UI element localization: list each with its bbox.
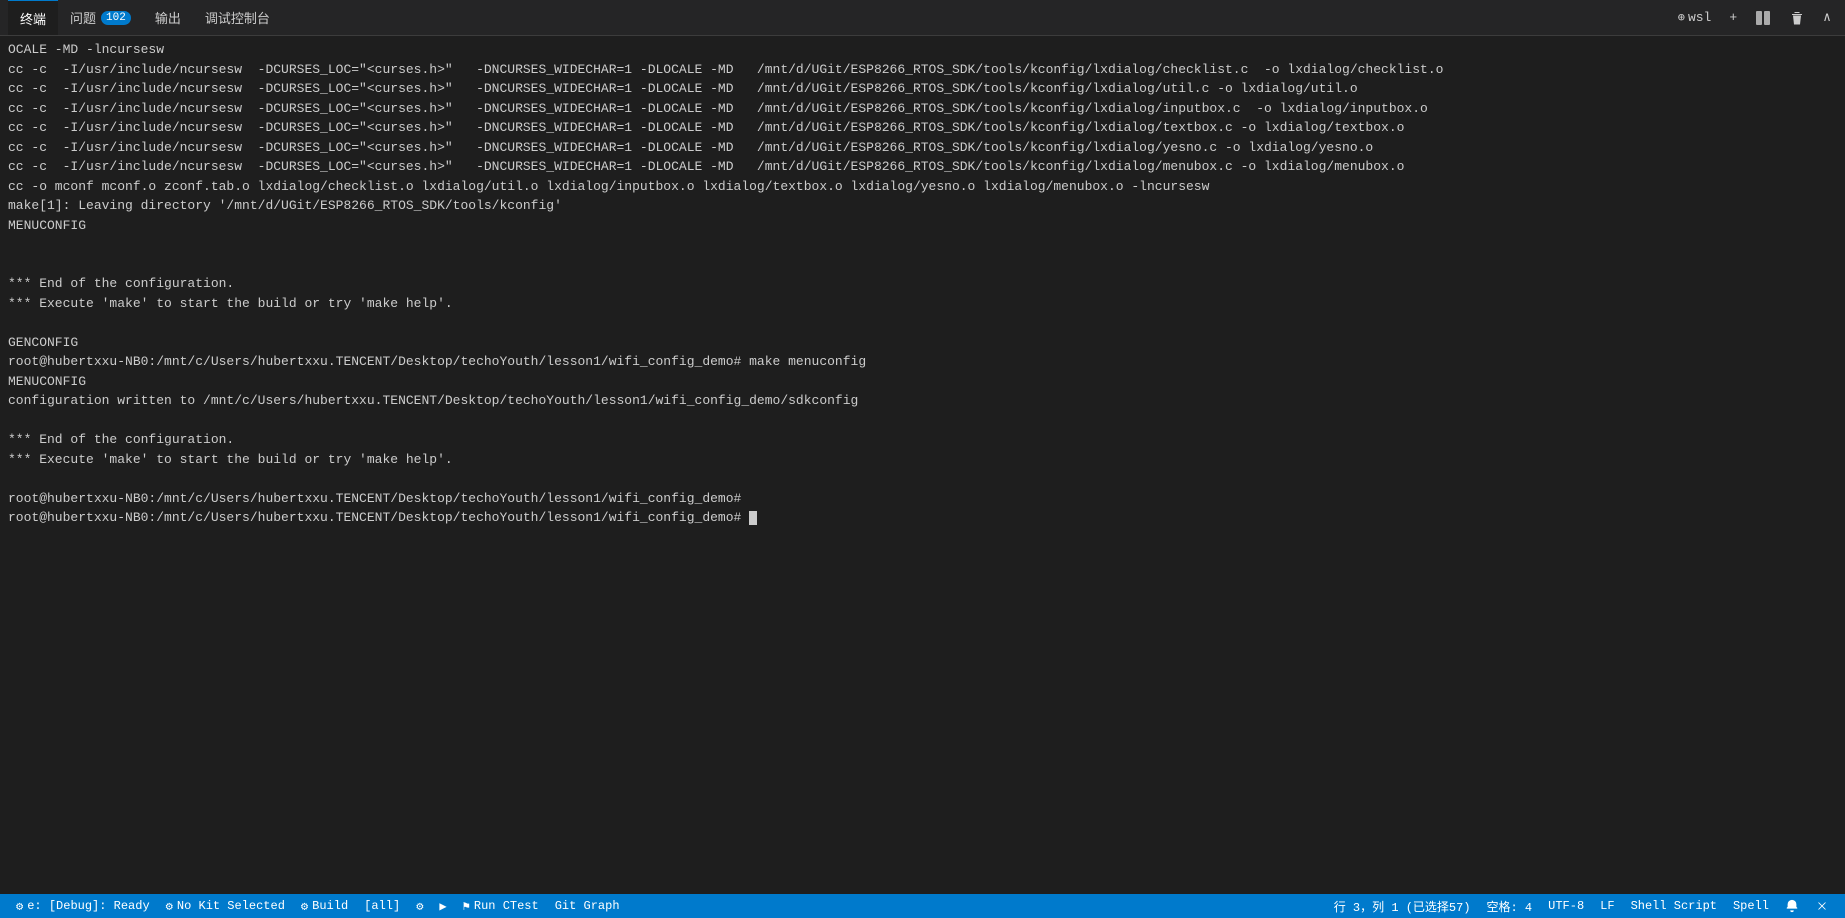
status-right: 行 3，列 1 (已选择57) 空格: 4 UTF-8 LF Shell Scr… [1326,894,1837,918]
build-icon: ⚙ [301,899,308,914]
trash-terminal-button[interactable] [1783,7,1811,29]
notifications-item[interactable] [1777,894,1807,918]
tab-output[interactable]: 输出 [143,0,193,35]
debug-status-item[interactable]: ⚙ e: [Debug]: Ready [8,894,158,918]
encoding-item[interactable]: UTF-8 [1540,894,1592,918]
wsl-button[interactable]: ⊕ wsl [1672,7,1718,28]
run-ctest-item[interactable]: ⚑ Run CTest [455,894,547,918]
collapse-panel-button[interactable]: ∧ [1817,7,1837,28]
configure-item[interactable]: ⚙ [408,894,431,918]
terminal-content[interactable]: OCALE -MD -lncursesw cc -c -I/usr/includ… [0,36,1845,894]
add-terminal-button[interactable]: + [1723,7,1743,28]
language-item[interactable]: Shell Script [1623,894,1725,918]
all-label-item[interactable]: [all] [356,894,408,918]
status-bar: ⚙ e: [Debug]: Ready ⚙ No Kit Selected ⚙ … [0,894,1845,918]
configure-icon: ⚙ [416,899,423,914]
debug-icon: ⚙ [16,899,23,914]
tab-bar: 终端 问题 102 输出 调试控制台 ⊕ wsl + ∧ [0,0,1845,36]
line-ending-item[interactable]: LF [1592,894,1622,918]
build-item[interactable]: ⚙ Build [293,894,356,918]
git-graph-item[interactable]: Git Graph [547,894,628,918]
split-terminal-button[interactable] [1749,7,1777,29]
kit-icon: ⚙ [166,899,173,914]
terminal-output: OCALE -MD -lncursesw cc -c -I/usr/includ… [8,40,1837,528]
tab-actions: ⊕ wsl + ∧ [1672,7,1837,29]
tab-debug-console[interactable]: 调试控制台 [193,0,282,35]
close-notifications-item[interactable] [1807,894,1837,918]
no-kit-item[interactable]: ⚙ No Kit Selected [158,894,293,918]
ctest-icon: ⚑ [463,899,470,914]
problems-badge: 102 [101,11,131,25]
play-icon: ▶ [439,899,446,914]
tab-problems[interactable]: 问题 102 [58,0,143,35]
spell-item[interactable]: Spell [1725,894,1777,918]
status-left: ⚙ e: [Debug]: Ready ⚙ No Kit Selected ⚙ … [8,894,628,918]
play-item[interactable]: ▶ [431,894,454,918]
tab-terminal[interactable]: 终端 [8,0,58,35]
position-item[interactable]: 行 3，列 1 (已选择57) [1326,894,1479,918]
spaces-item[interactable]: 空格: 4 [1479,894,1541,918]
